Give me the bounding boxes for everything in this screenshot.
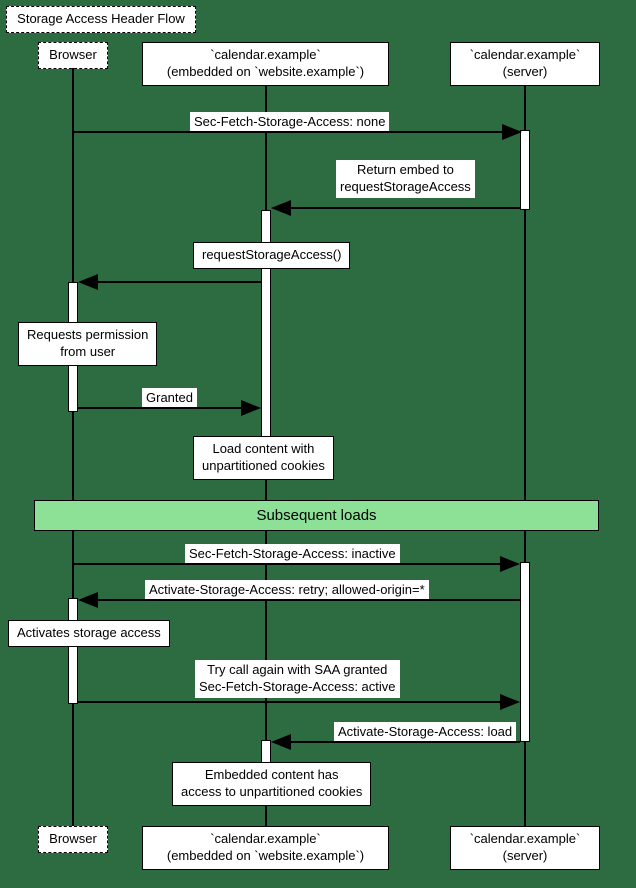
msg-activate-load: Activate-Storage-Access: load bbox=[334, 722, 516, 743]
participant-server-line1: `calendar.example` bbox=[459, 47, 591, 64]
msg-sec-fetch-inactive: Sec-Fetch-Storage-Access: inactive bbox=[185, 544, 400, 565]
note-embedded-access: Embedded content has access to unpartiti… bbox=[172, 762, 371, 806]
msg-try-again: Try call again with SAA granted Sec-Fetc… bbox=[195, 660, 400, 698]
participant-server-line2: (server) bbox=[459, 64, 591, 81]
msg-granted: Granted bbox=[142, 388, 197, 409]
note-load-l2: unpartitioned cookies bbox=[202, 458, 325, 475]
participant-embed-line2: (embedded on `website.example`) bbox=[151, 64, 380, 81]
note-embed-l1: Embedded content has bbox=[181, 767, 362, 784]
participant-server-b-line2: (server) bbox=[459, 848, 591, 865]
participant-embed-bottom: `calendar.example` (embedded on `website… bbox=[142, 826, 389, 870]
participant-browser-bottom: Browser bbox=[38, 826, 108, 853]
msg-return-embed-l2: requestStorageAccess bbox=[340, 179, 471, 196]
msg-try-l2: Sec-Fetch-Storage-Access: active bbox=[199, 679, 396, 696]
note-requests-permission: Requests permission from user bbox=[18, 322, 157, 366]
msg-try-l1: Try call again with SAA granted bbox=[199, 662, 396, 679]
note-load-content: Load content with unpartitioned cookies bbox=[193, 436, 334, 480]
note-perm-l2: from user bbox=[27, 344, 148, 361]
participant-embed-line1: `calendar.example` bbox=[151, 47, 380, 64]
msg-return-embed: Return embed to requestStorageAccess bbox=[336, 160, 475, 198]
participant-embed-b-line2: (embedded on `website.example`) bbox=[151, 848, 380, 865]
participant-browser-top: Browser bbox=[38, 42, 108, 69]
participant-server-top: `calendar.example` (server) bbox=[450, 42, 600, 86]
msg-return-embed-l1: Return embed to bbox=[340, 162, 471, 179]
participant-embed-b-line1: `calendar.example` bbox=[151, 831, 380, 848]
diagram-title: Storage Access Header Flow bbox=[6, 6, 196, 33]
activation-browser-2 bbox=[68, 598, 78, 704]
participant-server-bottom: `calendar.example` (server) bbox=[450, 826, 600, 870]
msg-sec-fetch-none: Sec-Fetch-Storage-Access: none bbox=[190, 112, 389, 133]
note-perm-l1: Requests permission bbox=[27, 327, 148, 344]
participant-server-b-line1: `calendar.example` bbox=[459, 831, 591, 848]
note-activates-storage: Activates storage access bbox=[8, 620, 170, 647]
msg-request-storage: requestStorageAccess() bbox=[193, 242, 350, 269]
participant-embed-top: `calendar.example` (embedded on `website… bbox=[142, 42, 389, 86]
lifeline-browser bbox=[72, 68, 74, 826]
divider-subsequent: Subsequent loads bbox=[34, 500, 599, 531]
note-embed-l2: access to unpartitioned cookies bbox=[181, 784, 362, 801]
activation-server-2 bbox=[520, 562, 530, 742]
note-load-l1: Load content with bbox=[202, 441, 325, 458]
activation-server-1 bbox=[520, 130, 530, 210]
msg-activate-retry: Activate-Storage-Access: retry; allowed-… bbox=[145, 580, 429, 601]
